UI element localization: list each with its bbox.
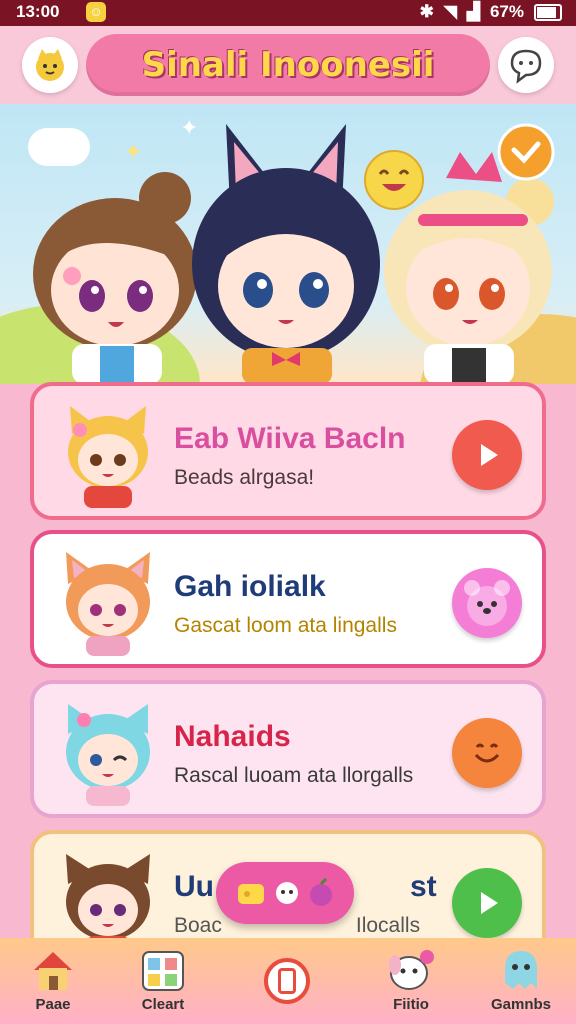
character-card-2[interactable]: Gah iolialk Gascat loom ata lingalls (30, 530, 546, 668)
battery-percent: 67% (489, 2, 524, 21)
chibi-girl-brown-hair (33, 172, 197, 384)
card-subtitle: Beads alrgasa! (174, 466, 315, 489)
app-title: Sinali Inoonesii (141, 45, 435, 85)
smiley-button[interactable] (452, 718, 522, 788)
puppy-icon (389, 950, 434, 990)
record-button[interactable] (264, 958, 310, 1004)
smiley-icon (474, 743, 500, 763)
card-subtitle: Gascat loom ata lingalls (174, 614, 397, 637)
card-title-end: st (410, 870, 437, 903)
sparkle-icon: ✦ (124, 140, 143, 165)
character-card-3[interactable]: Nahaids Rascal luoam ata llorgalls (30, 680, 546, 818)
card-title: Nahaids (174, 720, 291, 753)
card-subtitle-start: Boac (174, 914, 222, 937)
calendar-grid-icon (142, 951, 184, 991)
nav-label: Gamnbs (490, 996, 551, 1013)
face-sticker-icon (276, 882, 298, 904)
header: Sinali Inoonesii (0, 26, 576, 104)
battery-icon (534, 3, 562, 21)
bear-face-icon (464, 580, 510, 626)
status-bar: 13:00 ☺ ✱ ◥ ▟ 67% (0, 0, 576, 26)
profile-button[interactable] (22, 37, 78, 93)
nav-label: Cleart (141, 996, 185, 1013)
smiley-sticker-icon (364, 150, 424, 210)
record-icon (278, 968, 296, 994)
chibi-avatar-icon (36, 49, 64, 81)
cheese-sticker-icon (238, 884, 264, 904)
nav-games[interactable]: Gamnbs (476, 946, 566, 1013)
card-title-start: Uu (174, 870, 214, 903)
teal-cat-girl-avatar (66, 704, 150, 806)
status-right: ✱ ◥ ▟ 67% (420, 2, 562, 22)
card-subtitle-end: Ilocalls (355, 914, 421, 937)
play-button[interactable] (452, 868, 522, 938)
nav-label: Paae (35, 996, 71, 1013)
play-icon (481, 444, 498, 466)
nav-label: Fiitio (393, 996, 429, 1013)
bear-button[interactable] (452, 568, 522, 638)
app-notification-icon: ☺ (86, 2, 106, 22)
card-title: Gah iolialk (174, 570, 326, 603)
notification-check-icon[interactable] (496, 122, 556, 182)
nav-home[interactable]: Paae (8, 946, 98, 1013)
play-button[interactable] (452, 420, 522, 490)
floating-sticker-button[interactable] (216, 862, 354, 924)
card-subtitle: Rascal luoam ata llorgalls (174, 764, 414, 787)
app-title-banner: Sinali Inoonesii (86, 34, 490, 96)
bluetooth-icon: ✱ (419, 2, 434, 21)
chat-bubble-icon (510, 49, 542, 84)
berry-sticker-icon (310, 878, 332, 906)
status-time: 13:00 (16, 2, 60, 21)
chibi-girl-navy-hair (192, 124, 380, 384)
cloud-decoration (28, 128, 90, 166)
ghost-icon (505, 951, 537, 989)
play-icon (481, 892, 498, 914)
orange-cat-girl-avatar (66, 552, 150, 656)
nav-friends[interactable]: Fiitio (366, 946, 456, 1013)
house-icon (34, 952, 72, 990)
chat-button[interactable] (498, 37, 554, 93)
nav-calendar[interactable]: Cleart (118, 946, 208, 1013)
signal-icon: ▟ (466, 2, 480, 21)
wifi-icon: ◥ (443, 2, 457, 21)
bottom-navigation: Paae Cleart Fiitio Gamnbs (0, 938, 576, 1024)
card-title: Eab Wiiva Bacln (174, 422, 406, 455)
hero-illustration: ✦ ✦ ✦ (0, 104, 576, 384)
character-card-1[interactable]: Eab Wiiva Bacln Beads alrgasa! (30, 382, 546, 520)
blonde-cat-girl-avatar (68, 406, 148, 508)
